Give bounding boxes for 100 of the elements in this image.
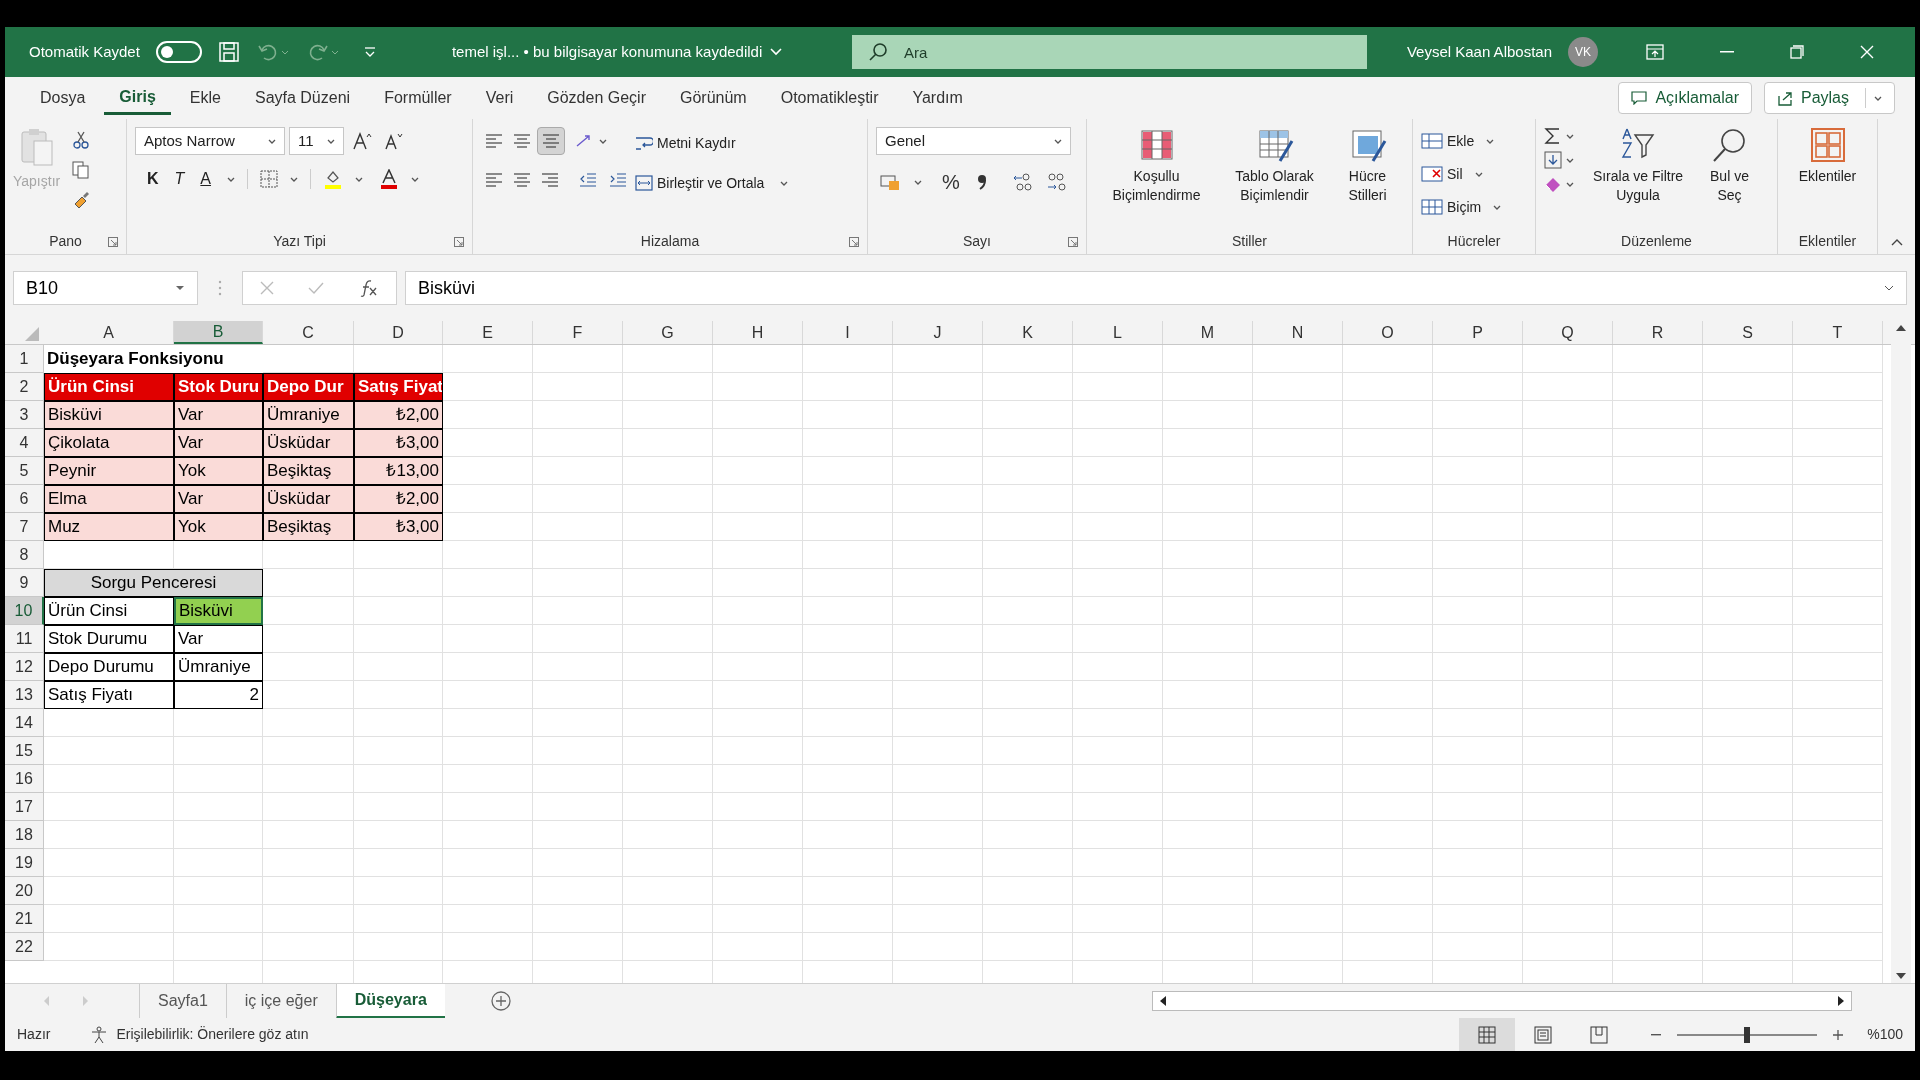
document-title[interactable]: temel işl... • bu bilgisayar konumuna kaydedildi <box>451 40 763 64</box>
borders-icon[interactable] <box>260 170 278 188</box>
autosum-icon[interactable] <box>1544 127 1562 145</box>
column-header[interactable]: P <box>1433 321 1523 344</box>
table-cell[interactable]: Stok Duru <box>174 373 263 401</box>
restore-icon[interactable] <box>1790 45 1804 59</box>
row-header[interactable]: 1 <box>5 345 44 373</box>
table-cell[interactable]: Ümraniye <box>263 401 354 429</box>
table-cell[interactable]: Ürün Cinsi <box>44 373 174 401</box>
row-header[interactable]: 17 <box>5 793 44 821</box>
delete-cells-button[interactable]: Sil <box>1421 160 1502 188</box>
table-cell[interactable]: Yok <box>174 513 263 541</box>
share-button[interactable]: Paylaş <box>1763 82 1895 114</box>
dialog-launcher-icon[interactable] <box>1068 237 1078 247</box>
chevron-icon[interactable] <box>770 48 783 56</box>
table-cell[interactable]: ₺13,00 <box>354 457 443 485</box>
row-header[interactable]: 10 <box>5 597 44 625</box>
format-as-table-button[interactable]: Tablo Olarak Biçimlendir <box>1224 127 1325 205</box>
conditional-formatting-button[interactable]: Koşullu Biçimlendirme <box>1100 127 1213 205</box>
eraser-icon[interactable] <box>1544 175 1562 193</box>
align-bottom-button[interactable] <box>537 127 565 155</box>
insert-cells-button[interactable]: Ekle <box>1421 127 1502 155</box>
row-header[interactable]: 3 <box>5 401 44 429</box>
row-header[interactable]: 2 <box>5 373 44 401</box>
formula-field[interactable]: Bisküvi <box>405 271 1907 305</box>
ribbon-display-icon[interactable] <box>1646 44 1664 60</box>
table-cell[interactable]: Peynir <box>44 457 174 485</box>
caret-icon[interactable] <box>411 176 419 182</box>
collapse-ribbon-icon[interactable] <box>1891 238 1903 246</box>
row-header[interactable]: 21 <box>5 905 44 933</box>
column-header[interactable]: C <box>263 321 354 344</box>
sort-filter-button[interactable]: Sırala ve Filtre Uygula <box>1582 127 1694 205</box>
autosave-toggle[interactable] <box>155 41 202 63</box>
table-cell[interactable]: Ürün Cinsi <box>44 597 174 625</box>
row-header[interactable]: 20 <box>5 877 44 905</box>
zoom-out-icon[interactable] <box>1651 1033 1662 1036</box>
caret-icon[interactable] <box>227 176 235 182</box>
ribbon-tab[interactable]: Görünüm <box>665 81 762 115</box>
font-name-field[interactable]: Aptos Narrow <box>135 127 285 155</box>
row-header[interactable]: 9 <box>5 569 44 597</box>
italic-button[interactable]: T <box>170 167 189 191</box>
fill-color-icon[interactable] <box>323 169 343 189</box>
function-icon[interactable] <box>358 279 379 297</box>
font-color-icon[interactable] <box>379 169 399 189</box>
ribbon-tab[interactable]: Veri <box>470 81 529 115</box>
column-header[interactable]: O <box>1343 321 1433 344</box>
column-header[interactable]: F <box>533 321 623 344</box>
close-icon[interactable] <box>1860 45 1874 59</box>
underline-button[interactable]: A <box>196 167 215 191</box>
row-header[interactable]: 22 <box>5 933 44 961</box>
row-header[interactable]: 5 <box>5 457 44 485</box>
table-cell[interactable]: Sorgu Penceresi <box>44 569 263 597</box>
table-cell[interactable]: Düşeyara Fonksiyonu <box>44 345 263 373</box>
row-header[interactable]: 19 <box>5 849 44 877</box>
table-cell[interactable]: Depo Dur <box>263 373 354 401</box>
table-cell[interactable]: ₺2,00 <box>354 485 443 513</box>
row-header[interactable]: 16 <box>5 765 44 793</box>
table-cell[interactable]: Var <box>174 625 263 653</box>
row-header[interactable]: 11 <box>5 625 44 653</box>
merge-center-button[interactable]: Birleştir ve Ortala <box>635 169 789 197</box>
table-cell[interactable]: Bisküvi <box>174 597 263 625</box>
wrap-text-button[interactable]: Metni Kaydır <box>635 129 789 157</box>
row-header[interactable]: 6 <box>5 485 44 513</box>
caret-icon[interactable] <box>290 176 298 182</box>
column-header[interactable]: N <box>1253 321 1343 344</box>
comma-style-icon[interactable] <box>975 173 988 191</box>
column-header[interactable]: B <box>174 321 263 344</box>
row-header[interactable]: 4 <box>5 429 44 457</box>
font-size-field[interactable]: 11 <box>289 127 344 155</box>
table-cell[interactable]: ₺2,00 <box>354 401 443 429</box>
column-header[interactable]: J <box>893 321 983 344</box>
table-cell[interactable]: Beşiktaş <box>263 457 354 485</box>
dialog-launcher-icon[interactable] <box>108 237 118 247</box>
caret-icon[interactable] <box>1566 133 1574 139</box>
percent-button[interactable]: % <box>938 167 964 197</box>
caret-icon[interactable] <box>1566 181 1574 187</box>
find-select-button[interactable]: Bul ve Seç <box>1702 127 1757 205</box>
row-header[interactable]: 8 <box>5 541 44 569</box>
customize-icon[interactable] <box>363 46 376 58</box>
caret-icon[interactable] <box>914 179 922 185</box>
table-cell[interactable]: Stok Durumu <box>44 625 174 653</box>
column-header[interactable]: D <box>354 321 443 344</box>
name-box[interactable]: B10 <box>13 271 198 305</box>
zoom-slider-thumb[interactable] <box>1744 1026 1751 1043</box>
table-cell[interactable]: Beşiktaş <box>263 513 354 541</box>
column-header[interactable]: H <box>713 321 803 344</box>
column-header[interactable]: T <box>1793 321 1883 344</box>
table-cell[interactable]: Elma <box>44 485 174 513</box>
bold-button[interactable]: K <box>143 167 163 191</box>
zoom-level[interactable]: %100 <box>1867 1024 1903 1045</box>
zoom-in-icon[interactable] <box>1833 1029 1844 1040</box>
column-header[interactable]: E <box>443 321 533 344</box>
dialog-launcher-icon[interactable] <box>849 237 859 247</box>
table-cell[interactable]: Üsküdar <box>263 485 354 513</box>
caret-icon[interactable] <box>1874 95 1882 101</box>
table-cell[interactable]: Var <box>174 485 263 513</box>
row-header[interactable]: 14 <box>5 709 44 737</box>
column-header[interactable]: I <box>803 321 893 344</box>
column-header[interactable]: K <box>983 321 1073 344</box>
row-header[interactable]: 18 <box>5 821 44 849</box>
